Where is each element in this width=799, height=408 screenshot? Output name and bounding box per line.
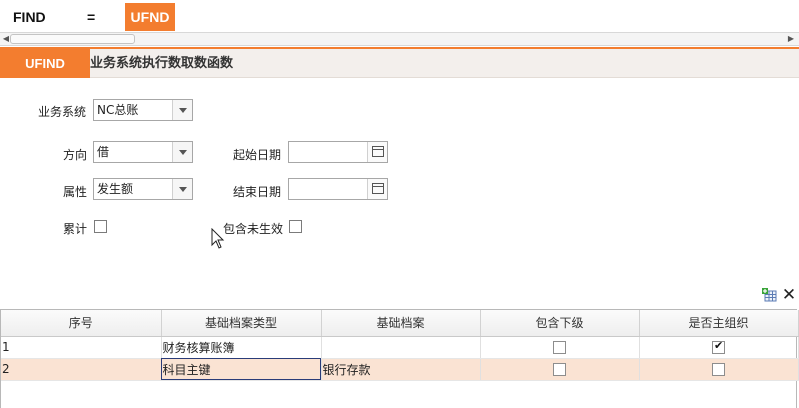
attribute-select[interactable]: 发生额: [93, 178, 193, 200]
delete-row-icon[interactable]: ✕: [781, 287, 797, 304]
chevron-down-icon: [179, 187, 187, 192]
archive-type-cell[interactable]: 科目主键: [161, 358, 322, 381]
direction-select[interactable]: 借: [93, 141, 193, 163]
archive-cell[interactable]: 银行存款: [321, 358, 481, 381]
table-row[interactable]: 1 财务核算账簿: [1, 336, 799, 359]
cumulative-label: 累计: [63, 222, 88, 236]
archive-cell[interactable]: [321, 336, 481, 359]
grid-header-row: 序号 基础档案类型 基础档案 包含下级 是否主组织: [1, 310, 799, 337]
formula-function-name: FIND: [13, 9, 46, 25]
calendar-icon: [372, 146, 384, 157]
is-main-org-cell[interactable]: [639, 358, 799, 381]
column-header-archive-type[interactable]: 基础档案类型: [161, 310, 322, 337]
include-sub-checkbox[interactable]: [553, 363, 566, 376]
include-unvalidated-checkbox[interactable]: [289, 220, 302, 233]
scroll-right-icon[interactable]: ▶: [785, 33, 797, 45]
include-sub-cell[interactable]: [480, 336, 640, 359]
row-index-cell[interactable]: 1: [1, 336, 162, 359]
direction-dropdown-button[interactable]: [172, 142, 192, 162]
attribute-dropdown-button[interactable]: [172, 179, 192, 199]
include-sub-cell[interactable]: [480, 358, 640, 381]
direction-value: 借: [97, 145, 110, 159]
column-header-is-main-org[interactable]: 是否主组织: [639, 310, 799, 337]
mouse-cursor-icon: [211, 228, 225, 249]
horizontal-scrollbar[interactable]: ◀ ▶: [0, 32, 799, 46]
is-main-org-checkbox[interactable]: [712, 339, 725, 354]
end-date-picker-button[interactable]: [367, 179, 387, 199]
is-main-org-checkbox[interactable]: [712, 363, 725, 376]
end-date-label: 结束日期: [233, 185, 282, 199]
calendar-icon: [372, 183, 384, 194]
formula-value-badge[interactable]: UFND: [125, 3, 175, 31]
direction-label: 方向: [63, 148, 88, 162]
business-system-label: 业务系统: [38, 105, 87, 119]
attribute-label: 属性: [63, 185, 88, 199]
business-system-dropdown-button[interactable]: [172, 100, 192, 120]
start-date-picker-button[interactable]: [367, 142, 387, 162]
formula-equals: =: [87, 9, 96, 25]
chevron-down-icon: [179, 150, 187, 155]
scrollbar-thumb[interactable]: [10, 34, 135, 44]
end-date-field[interactable]: [288, 178, 388, 200]
business-system-value: NC总账: [97, 103, 139, 117]
add-row-icon[interactable]: [762, 288, 777, 302]
column-header-include-sub[interactable]: 包含下级: [480, 310, 640, 337]
page-title: 业务系统执行数取数函数: [90, 56, 234, 71]
formula-bar: FIND = UFND: [0, 0, 799, 32]
table-row[interactable]: 2 科目主键 银行存款: [1, 358, 799, 381]
cumulative-checkbox[interactable]: [94, 220, 107, 233]
chevron-down-icon: [179, 108, 187, 113]
column-header-archive[interactable]: 基础档案: [321, 310, 481, 337]
archive-type-cell[interactable]: 财务核算账簿: [161, 336, 322, 359]
start-date-label: 起始日期: [233, 148, 282, 162]
attribute-value: 发生额: [97, 182, 134, 196]
include-sub-checkbox[interactable]: [553, 341, 566, 354]
dialog-title-bar: UFIND 业务系统执行数取数函数: [0, 49, 799, 78]
row-index-cell[interactable]: 2: [1, 358, 162, 381]
is-main-org-cell[interactable]: [639, 336, 799, 359]
archive-grid: 序号 基础档案类型 基础档案 包含下级 是否主组织 1 财务核算账簿 2 科目主…: [0, 309, 799, 408]
business-system-select[interactable]: NC总账: [93, 99, 193, 121]
column-header-index[interactable]: 序号: [1, 310, 162, 337]
start-date-field[interactable]: [288, 141, 388, 163]
include-unvalidated-label: 包含未生效: [223, 222, 284, 236]
function-badge: UFIND: [0, 49, 90, 78]
